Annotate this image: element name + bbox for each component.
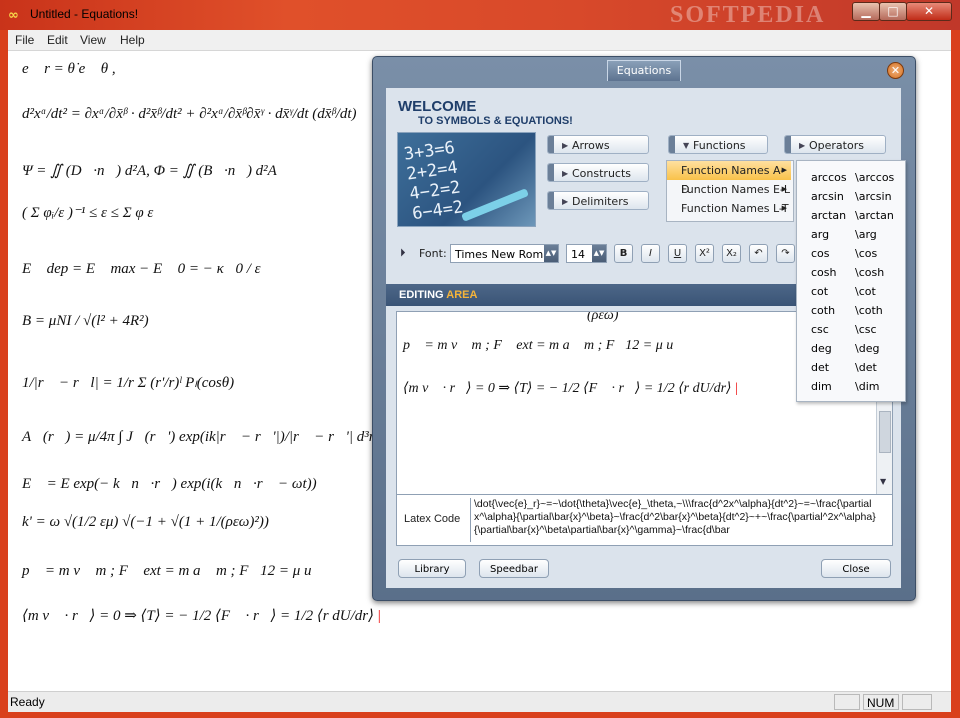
equation-text: ⟨m v⃗ · r⃗⟩ = 0 ⇒ ⟨T⟩ = − 1/2 ⟨F⃗ · r⃗⟩ … [22, 608, 374, 624]
status-panel-num: NUM [863, 694, 899, 710]
function-item[interactable]: cot \cot [797, 282, 905, 301]
function-item[interactable]: det \det [797, 358, 905, 377]
equation: e⃗ r = θ̇ e⃗ θ , [22, 61, 116, 77]
function-item[interactable]: arctan \arctan [797, 206, 905, 225]
equation: ( Σ φᵢ/ε )⁻¹ ≤ ε ≤ Σ φ ε [22, 205, 154, 221]
functions-button[interactable]: ▼ Functions [668, 135, 768, 154]
function-item[interactable]: coth \coth [797, 301, 905, 320]
equation: B = μNI / √(l² + 4R²) [22, 313, 149, 329]
maximize-button[interactable]: □ [879, 2, 907, 21]
menu-view[interactable]: View [80, 33, 106, 47]
function-item[interactable]: arccos \arccos [797, 168, 905, 187]
equation: 1/|r⃗ − r⃗l| = 1/r Σ (r'/r)ˡ Pₗ(cosθ) [22, 375, 235, 391]
undo-button[interactable]: ↶ [749, 244, 768, 263]
library-button[interactable]: Library [398, 559, 466, 578]
font-select[interactable]: Times New Roman ▲▼ [450, 244, 559, 263]
chevron-right-icon: ▶ [781, 166, 787, 174]
welcome-subheading: TO SYMBOLS & EQUATIONS! [418, 115, 573, 127]
app-icon: ∞ [8, 8, 19, 23]
function-item[interactable]: dim \dim [797, 377, 905, 396]
area-title: AREA [446, 289, 478, 301]
equation: k' = ω √(1/2 εμ) √(−1 + √(1 + 1/(ρεω)²)) [22, 514, 269, 530]
subscript-button[interactable]: X₂ [722, 244, 741, 263]
function-item[interactable]: arg \arg [797, 225, 905, 244]
edit-line: p⃗ = m v⃗ m ; F⃗ ext = m a⃗ m ; F⃗12 = μ… [403, 338, 685, 353]
function-item[interactable]: cos \cos [797, 244, 905, 263]
function-list: arccos \arccos arcsin \arcsin arctan \arcta… [796, 160, 906, 402]
dropdown-arrow-icon: ▲▼ [592, 245, 606, 262]
equation: E⃗ = E exp(− k⃗n⃗·r⃗) exp(i(k⃗n⃗·r⃗ − ωt… [22, 476, 317, 492]
text-cursor: | [377, 608, 381, 624]
font-label: Font: [419, 247, 447, 260]
status-text: Ready [10, 695, 45, 709]
function-item[interactable]: arcsin \arcsin [797, 187, 905, 206]
minimize-button[interactable]: ▁ [852, 2, 880, 21]
scrollbar-thumb[interactable] [879, 411, 891, 453]
equation: Ψ = ∬ (D⃗·n⃗) d²A, Φ = ∬ (B⃗·n⃗) d²A [22, 163, 277, 179]
constructs-button[interactable]: ▶ Constructs [547, 163, 649, 182]
status-bar: Ready NUM [8, 691, 951, 712]
chalk-stick [461, 188, 529, 222]
editing-title: EDITING [399, 289, 444, 301]
welcome-heading: WELCOME [398, 98, 477, 115]
equation: d²xᵅ/dt² = ∂xᵅ/∂x̄ᵝ · d²x̄ᵝ/dt² + ∂²xᵅ/∂… [22, 106, 357, 122]
superscript-button[interactable]: X² [695, 244, 714, 263]
window-title: Untitled - Equations! [30, 7, 139, 21]
edit-line: ⟨m v⃗ · r⃗⟩ = 0 ⇒ ⟨T⟩ = − 1/2 ⟨F⃗ · r⃗⟩ … [403, 381, 738, 396]
equation: ⟨m v⃗ · r⃗⟩ = 0 ⇒ ⟨T⟩ = − 1/2 ⟨F⃗ · r⃗⟩ … [22, 606, 381, 625]
dialog-tab[interactable]: Equations [607, 60, 681, 81]
underline-button[interactable]: U [668, 244, 687, 263]
menu-help[interactable]: Help [120, 33, 145, 47]
equation: E⃗ dep = E⃗ max − E⃗ 0 = − κ⃗0 / ε [22, 261, 261, 277]
dialog-close-icon[interactable]: ✕ [887, 62, 904, 79]
text-cursor: | [735, 381, 738, 396]
submenu-item-a-d[interactable]: Function Names A-D ▶ [667, 161, 791, 196]
equation: p⃗ = m v⃗ m ; F⃗ ext = m a⃗ m ; F⃗12 = μ… [22, 563, 324, 579]
speedbar-button[interactable]: Speedbar [479, 559, 549, 578]
menu-edit[interactable]: Edit [47, 33, 68, 47]
watermark: SOFTPEDIA [670, 2, 826, 28]
latex-code-field[interactable]: \dot{\vec{e}_r}~=~\dot{\theta}\vec{e}_\t… [470, 498, 876, 542]
submenu-item-e-l[interactable]: Function Names E-L ▶ [667, 180, 791, 199]
equation: A⃗(r⃗) = μ/4π ∫ J⃗(r⃗') exp(ik|r⃗ − r⃗'|… [22, 429, 390, 445]
scroll-down-icon[interactable]: ▼ [880, 477, 886, 486]
redo-button[interactable]: ↷ [776, 244, 795, 263]
function-item[interactable]: csc \csc [797, 320, 905, 339]
submenu-item-l-t[interactable]: Function Names L-T ▶ [667, 199, 791, 218]
function-item[interactable]: cosh \cosh [797, 263, 905, 282]
operators-button[interactable]: ▶ Operators [784, 135, 886, 154]
chalkboard-image: 3+3=6 2+2=4 4−2=2 6−4=2 [397, 132, 536, 227]
bold-button[interactable]: B [614, 244, 633, 263]
close-button[interactable]: Close [821, 559, 891, 578]
edit-line: (ρεω) [587, 311, 619, 323]
italic-button[interactable]: I [641, 244, 660, 263]
function-names-submenu: Function Names A-D ▶ Function Names E-L ▶ … [666, 160, 794, 222]
close-window-button[interactable]: ✕ [906, 2, 952, 21]
dropdown-arrow-icon: ▲▼ [544, 245, 558, 262]
delimiters-button[interactable]: ▶ Delimiters [547, 191, 649, 210]
size-select[interactable]: 14 ▲▼ [566, 244, 607, 263]
function-item[interactable]: deg \deg [797, 339, 905, 358]
chevron-down-icon: ▼ [683, 141, 690, 150]
latex-label: Latex Code [404, 513, 461, 525]
latex-code-box: Latex Code \dot{\vec{e}_r}~=~\dot{\theta… [396, 494, 893, 546]
chevron-right-icon: ▶ [562, 141, 569, 150]
chevron-right-icon: ▶ [799, 141, 806, 150]
chevron-right-icon: ▶ [562, 169, 569, 178]
chevron-right-icon: ▶ [562, 197, 569, 206]
menu-bar: File Edit View Help [8, 30, 951, 51]
chevron-right-icon: ▶ [781, 185, 787, 193]
status-panel-scroll [902, 694, 932, 710]
play-icon[interactable]: ⏵ [400, 246, 406, 260]
status-panel-caps [834, 694, 860, 710]
chevron-right-icon: ▶ [781, 204, 787, 212]
arrows-button[interactable]: ▶ Arrows [547, 135, 649, 154]
chalkboard-text: 3+3=6 2+2=4 4−2=2 6−4=2 [402, 137, 465, 225]
menu-file[interactable]: File [15, 33, 34, 47]
